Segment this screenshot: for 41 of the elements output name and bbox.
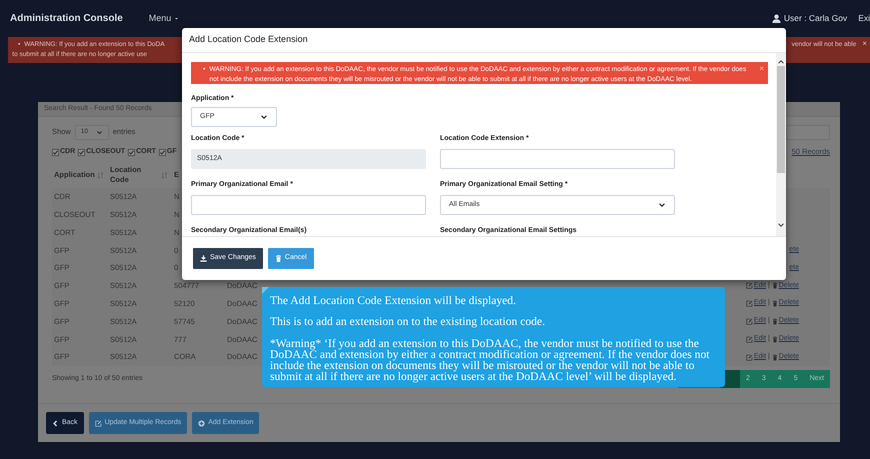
checkbox[interactable] xyxy=(158,148,166,156)
edit-icon xyxy=(94,420,102,426)
plus-circle-icon xyxy=(198,420,206,426)
tooltip-text: The Add Location Code Extension will be displayed. xyxy=(270,295,517,306)
chevron-down-icon xyxy=(260,113,268,121)
trash-icon xyxy=(772,318,778,325)
tooltip-text: *Warning* ‘If you add an extension to this DoDAAC, the vendor must be notified to use the DoDAAC and extension by either a contract modification or agreement. If the vendor does not include the extension on documents they will be misrouted or the vendor will not be able to submit at all if there are no longer active users at the DoDAAC level’ will be displayed. xyxy=(270,338,710,383)
corner-notch-icon xyxy=(262,287,269,294)
edit-icon xyxy=(746,336,753,343)
trash-icon xyxy=(274,255,282,262)
user-name: User : Carla Gov xyxy=(784,12,848,25)
caret-icon xyxy=(174,16,180,21)
close-icon[interactable]: × xyxy=(862,40,867,63)
checkbox[interactable] xyxy=(128,148,136,156)
edit-icon xyxy=(746,318,753,325)
trash-icon xyxy=(772,336,778,343)
edit-icon xyxy=(746,354,753,361)
app-title: Administration Console xyxy=(10,12,123,26)
trash-icon xyxy=(772,354,778,361)
trash-icon xyxy=(772,300,778,308)
scroll-down-icon[interactable] xyxy=(777,221,785,229)
user-icon xyxy=(772,14,781,23)
checkbox[interactable] xyxy=(52,148,59,156)
trash-icon xyxy=(772,282,778,290)
tooltip-text: This is to add an extension on to the existing location code. xyxy=(270,316,546,328)
input-field[interactable] xyxy=(440,149,675,169)
chevron-down-icon xyxy=(96,128,103,136)
checkbox[interactable] xyxy=(78,148,86,156)
edit-icon xyxy=(746,300,753,308)
download-icon xyxy=(200,255,207,262)
modal-title: Add Location Code Extension xyxy=(189,33,308,46)
chevron-down-icon xyxy=(658,201,666,209)
scrollbar[interactable] xyxy=(776,53,786,236)
edit-icon xyxy=(746,282,753,290)
menu-dropdown[interactable]: Menu xyxy=(148,12,180,26)
input-field[interactable] xyxy=(191,195,426,215)
scroll-up-icon[interactable] xyxy=(777,58,785,66)
exit-link[interactable]: Exi xyxy=(858,12,870,25)
chevron-left-icon xyxy=(52,420,59,426)
search-field[interactable] xyxy=(786,124,830,140)
close-icon[interactable]: × xyxy=(759,65,764,84)
